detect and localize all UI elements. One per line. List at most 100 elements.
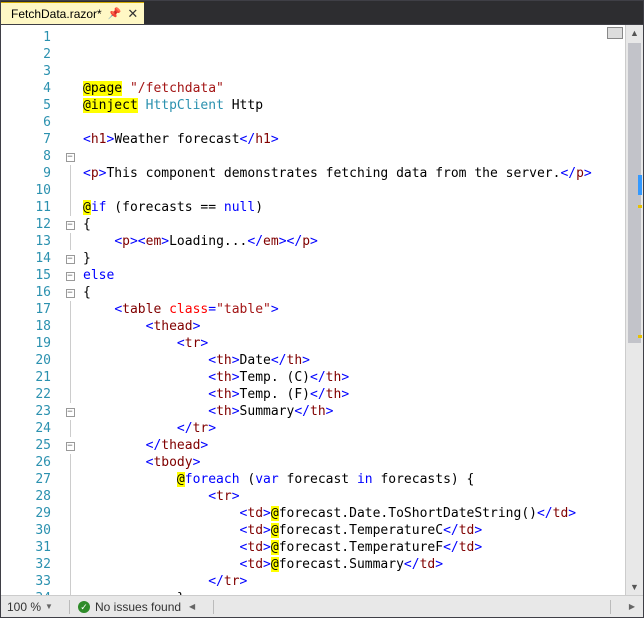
code-folding-column[interactable]: −−−−−−− <box>61 25 79 595</box>
code-line[interactable]: @inject HttpClient Http <box>83 97 625 114</box>
tab-filename: FetchData.razor* <box>11 7 102 21</box>
fold-cell <box>61 97 79 114</box>
code-line[interactable]: <th>Temp. (F)</th> <box>83 386 625 403</box>
fold-cell[interactable]: − <box>61 250 79 267</box>
code-line[interactable]: <tr> <box>83 488 625 505</box>
line-number: 31 <box>1 539 51 556</box>
scroll-up-arrow[interactable]: ▲ <box>626 25 643 41</box>
change-marker <box>638 335 642 338</box>
code-line[interactable]: <p>This component demonstrates fetching … <box>83 165 625 182</box>
code-line[interactable]: <table class="table"> <box>83 301 625 318</box>
fold-cell <box>61 386 79 403</box>
code-line[interactable]: <tbody> <box>83 454 625 471</box>
fold-cell <box>61 488 79 505</box>
scroll-down-arrow[interactable]: ▼ <box>626 579 643 595</box>
chevron-down-icon: ▼ <box>45 602 53 611</box>
line-number: 33 <box>1 573 51 590</box>
tab-bar: FetchData.razor* 📌 ✕ <box>1 1 643 25</box>
fold-cell <box>61 63 79 80</box>
line-number: 16 <box>1 284 51 301</box>
code-line[interactable]: </tr> <box>83 573 625 590</box>
code-line[interactable]: <tr> <box>83 335 625 352</box>
code-line[interactable] <box>83 148 625 165</box>
code-line[interactable] <box>83 182 625 199</box>
code-line[interactable]: <th>Summary</th> <box>83 403 625 420</box>
code-editor[interactable]: @page "/fetchdata"@inject HttpClient Htt… <box>79 25 625 595</box>
fold-cell <box>61 505 79 522</box>
code-line[interactable]: <td>@forecast.TemperatureC</td> <box>83 522 625 539</box>
line-number: 4 <box>1 80 51 97</box>
line-number: 17 <box>1 301 51 318</box>
fold-cell <box>61 420 79 437</box>
fold-cell[interactable]: − <box>61 267 79 284</box>
line-number: 2 <box>1 46 51 63</box>
fold-cell[interactable]: − <box>61 284 79 301</box>
fold-cell[interactable]: − <box>61 403 79 420</box>
line-number: 12 <box>1 216 51 233</box>
fold-cell <box>61 182 79 199</box>
fold-cell <box>61 80 79 97</box>
code-line[interactable]: @if (forecasts == null) <box>83 199 625 216</box>
code-line[interactable]: <th>Date</th> <box>83 352 625 369</box>
code-line[interactable]: <td>@forecast.Date.ToShortDateString()</… <box>83 505 625 522</box>
line-number-gutter: 1234567891011121314151617181920212223242… <box>1 25 61 595</box>
line-number: 8 <box>1 148 51 165</box>
fold-cell <box>61 454 79 471</box>
code-line[interactable]: <td>@forecast.Summary</td> <box>83 556 625 573</box>
line-number: 23 <box>1 403 51 420</box>
code-line[interactable]: <thead> <box>83 318 625 335</box>
change-marker <box>638 175 642 195</box>
split-editor-icon[interactable] <box>607 27 623 39</box>
file-tab[interactable]: FetchData.razor* 📌 ✕ <box>1 2 144 24</box>
status-bar: 100 % ▼ ✓ No issues found ◀ ▶ <box>1 595 643 617</box>
fold-cell <box>61 522 79 539</box>
code-line[interactable]: @foreach (var forecast in forecasts) { <box>83 471 625 488</box>
line-number: 20 <box>1 352 51 369</box>
horizontal-scrollbar[interactable]: ◀ ▶ <box>185 600 639 614</box>
fold-cell <box>61 165 79 182</box>
fold-cell[interactable]: − <box>61 437 79 454</box>
code-line[interactable]: { <box>83 284 625 301</box>
code-line[interactable]: <p><em>Loading...</em></p> <box>83 233 625 250</box>
code-line[interactable]: } <box>83 590 625 595</box>
line-number: 25 <box>1 437 51 454</box>
code-line[interactable]: } <box>83 250 625 267</box>
close-icon[interactable]: ✕ <box>127 7 138 20</box>
fold-cell <box>61 131 79 148</box>
fold-cell <box>61 114 79 131</box>
code-line[interactable]: <h1>Weather forecast</h1> <box>83 131 625 148</box>
line-number: 6 <box>1 114 51 131</box>
fold-cell <box>61 318 79 335</box>
fold-cell <box>61 539 79 556</box>
zoom-dropdown[interactable]: 100 % ▼ <box>1 600 61 614</box>
code-line[interactable]: </tr> <box>83 420 625 437</box>
code-line[interactable]: <td>@forecast.TemperatureF</td> <box>83 539 625 556</box>
scroll-left-arrow[interactable]: ◀ <box>185 602 199 611</box>
code-line[interactable]: @page "/fetchdata" <box>83 80 625 97</box>
code-line[interactable]: { <box>83 216 625 233</box>
code-line[interactable]: </thead> <box>83 437 625 454</box>
editor-area: 1234567891011121314151617181920212223242… <box>1 25 643 595</box>
code-line[interactable]: else <box>83 267 625 284</box>
line-number: 22 <box>1 386 51 403</box>
fold-cell <box>61 369 79 386</box>
code-line[interactable] <box>83 114 625 131</box>
pin-icon[interactable]: 📌 <box>108 7 122 20</box>
fold-cell[interactable]: − <box>61 216 79 233</box>
zoom-value: 100 % <box>7 600 41 614</box>
line-number: 5 <box>1 97 51 114</box>
fold-cell <box>61 335 79 352</box>
line-number: 11 <box>1 199 51 216</box>
line-number: 24 <box>1 420 51 437</box>
vertical-scrollbar[interactable]: ▲ ▼ <box>625 25 643 595</box>
fold-cell[interactable]: − <box>61 148 79 165</box>
line-number: 21 <box>1 369 51 386</box>
line-number: 1 <box>1 29 51 46</box>
line-number: 32 <box>1 556 51 573</box>
fold-cell <box>61 301 79 318</box>
code-line[interactable]: <th>Temp. (C)</th> <box>83 369 625 386</box>
line-number: 18 <box>1 318 51 335</box>
hscroll-track[interactable] <box>213 600 611 614</box>
fold-cell <box>61 590 79 595</box>
scroll-right-arrow[interactable]: ▶ <box>625 602 639 611</box>
